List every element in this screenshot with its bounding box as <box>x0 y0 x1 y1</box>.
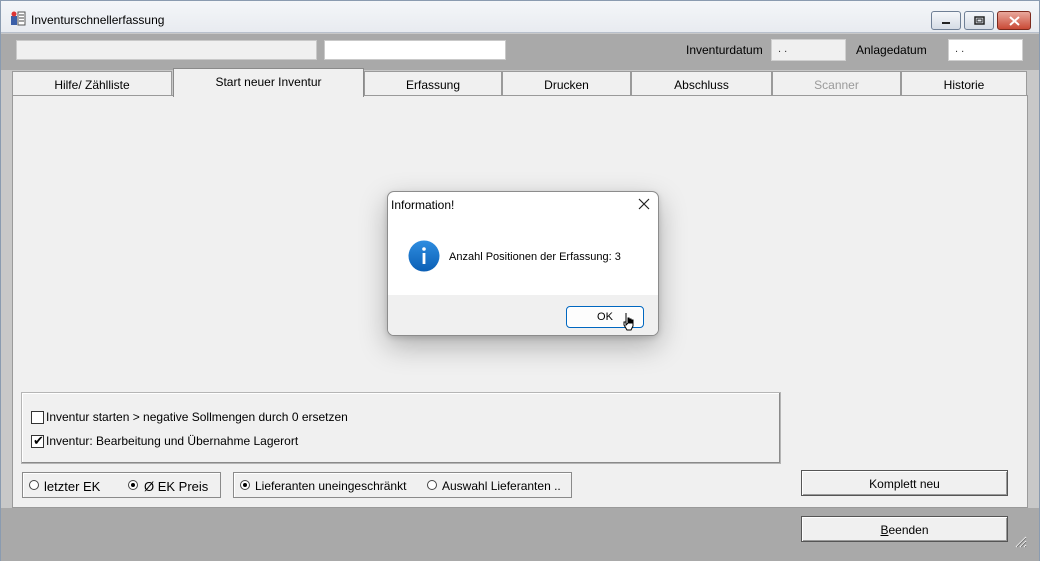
tab-scanner: Scanner <box>772 71 901 96</box>
app-inventory-icon <box>11 11 26 26</box>
information-dialog: Information! Anzahl Positionen der Erfas… <box>387 191 659 336</box>
lieferanten-uneingeschraenkt-radio[interactable] <box>240 480 250 490</box>
komplett-neu-button[interactable]: Komplett neu <box>801 470 1008 496</box>
anlagedatum-field[interactable]: . . <box>948 39 1023 61</box>
tab-drucken[interactable]: Drucken <box>502 71 631 96</box>
close-button[interactable] <box>997 11 1031 30</box>
maximize-button[interactable] <box>964 11 994 30</box>
lagerort-checkbox[interactable]: ✔ <box>31 433 44 448</box>
tab-erfassung[interactable]: Erfassung <box>364 71 502 96</box>
mouse-pointer-icon <box>623 313 634 331</box>
inventurdatum-label: Inventurdatum <box>686 43 763 57</box>
lieferanten-uneingeschraenkt-label[interactable]: Lieferanten uneingeschränkt <box>255 479 406 493</box>
auswahl-lieferanten-label[interactable]: Auswahl Lieferanten .. <box>442 479 561 493</box>
ek-preis-radio[interactable] <box>128 480 138 490</box>
close-icon[interactable] <box>636 196 652 212</box>
tab-historie[interactable]: Historie <box>901 71 1027 96</box>
beenden-button[interactable]: Beenden <box>801 516 1008 542</box>
header-field-2[interactable] <box>324 40 506 60</box>
dialog-footer: OK <box>388 295 658 335</box>
tab-bar: Hilfe/ Zählliste Start neuer Inventur Er… <box>12 68 1028 97</box>
price-radio-group: letzter EK Ø EK Preis <box>22 472 221 498</box>
supplier-radio-group: Lieferanten uneingeschränkt Auswahl Lief… <box>233 472 572 498</box>
negative-sollmengen-checkbox[interactable] <box>31 411 44 424</box>
negative-sollmengen-label[interactable]: Inventur starten > negative Sollmengen d… <box>46 410 348 424</box>
header-bar: Inventurdatum . . Anlagedatum . . <box>1 34 1039 70</box>
checkmark-icon: ✔ <box>33 433 44 448</box>
minimize-icon <box>942 21 950 24</box>
dialog-message: Anzahl Positionen der Erfassung: 3 <box>449 251 621 263</box>
inventurdatum-field[interactable]: . . <box>771 39 846 61</box>
letzter-ek-radio[interactable] <box>29 480 39 490</box>
beenden-label: eenden <box>888 523 929 537</box>
anlagedatum-label: Anlagedatum <box>856 43 927 57</box>
ek-preis-label[interactable]: Ø EK Preis <box>144 479 208 494</box>
info-icon <box>408 240 440 272</box>
tab-start-neuer-inventur[interactable]: Start neuer Inventur <box>173 68 364 97</box>
minimize-button[interactable] <box>931 11 961 30</box>
tab-hilfe-zaehlliste[interactable]: Hilfe/ Zählliste <box>12 71 172 96</box>
header-field-1[interactable] <box>16 40 317 60</box>
maximize-icon <box>973 16 985 25</box>
window-title: Inventurschnellerfassung <box>31 13 165 27</box>
letzter-ek-label[interactable]: letzter EK <box>44 479 100 494</box>
lagerort-label[interactable]: Inventur: Bearbeitung und Übernahme Lage… <box>46 434 298 448</box>
title-bar[interactable]: Inventurschnellerfassung <box>1 1 1039 33</box>
auswahl-lieferanten-radio[interactable] <box>427 480 437 490</box>
close-icon <box>1008 15 1020 26</box>
tab-abschluss[interactable]: Abschluss <box>631 71 772 96</box>
options-box: Inventur starten > negative Sollmengen d… <box>21 392 781 464</box>
dialog-title: Information! <box>391 198 455 212</box>
resize-grip-icon[interactable] <box>1013 534 1027 548</box>
